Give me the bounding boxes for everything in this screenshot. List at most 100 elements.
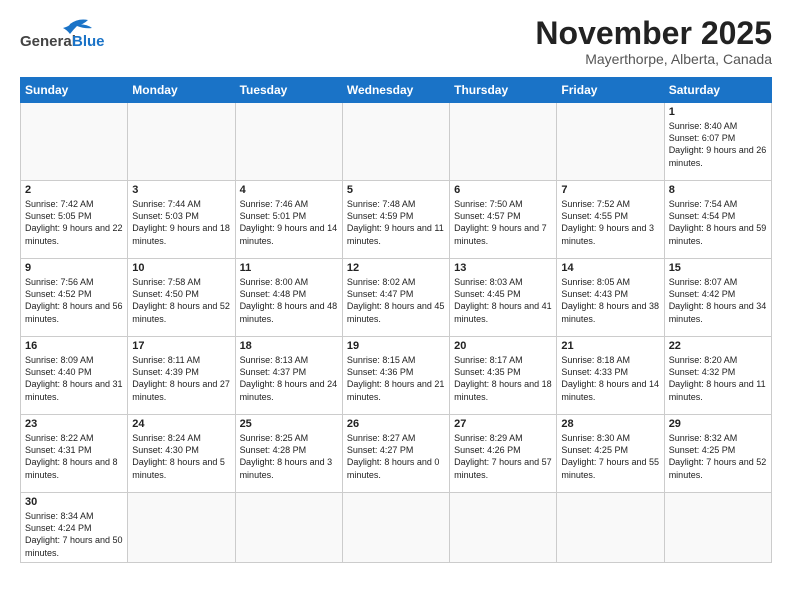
day-content: Sunrise: 8:02 AM Sunset: 4:47 PM Dayligh… — [347, 276, 445, 325]
day-number: 4 — [240, 184, 338, 196]
table-row: 2Sunrise: 7:42 AM Sunset: 5:05 PM Daylig… — [21, 181, 128, 259]
calendar-table: Sunday Monday Tuesday Wednesday Thursday… — [20, 77, 772, 563]
table-row — [342, 103, 449, 181]
day-content: Sunrise: 7:44 AM Sunset: 5:03 PM Dayligh… — [132, 198, 230, 247]
day-number: 5 — [347, 184, 445, 196]
day-content: Sunrise: 8:11 AM Sunset: 4:39 PM Dayligh… — [132, 354, 230, 403]
header-friday: Friday — [557, 78, 664, 103]
calendar-week-row: 2Sunrise: 7:42 AM Sunset: 5:05 PM Daylig… — [21, 181, 772, 259]
calendar-week-row: 1 Sunrise: 8:40 AM Sunset: 6:07 PM Daylig… — [21, 103, 772, 181]
day-content: Sunrise: 7:42 AM Sunset: 5:05 PM Dayligh… — [25, 198, 123, 247]
day-content: Sunrise: 8:32 AM Sunset: 4:25 PM Dayligh… — [669, 432, 767, 481]
day-number: 22 — [669, 340, 767, 352]
calendar-week-row: 23 Sunrise: 8:22 AM Sunset: 4:31 PM Dayli… — [21, 415, 772, 493]
table-row: 29 Sunrise: 8:32 AM Sunset: 4:25 PM Dayli… — [664, 415, 771, 493]
day-content: Sunrise: 7:52 AM Sunset: 4:55 PM Dayligh… — [561, 198, 659, 247]
day-content: Sunrise: 8:13 AM Sunset: 4:37 PM Dayligh… — [240, 354, 338, 403]
day-content: Sunrise: 8:07 AM Sunset: 4:42 PM Dayligh… — [669, 276, 767, 325]
table-row: 1 Sunrise: 8:40 AM Sunset: 6:07 PM Daylig… — [664, 103, 771, 181]
day-number: 13 — [454, 262, 552, 274]
day-content: Sunrise: 7:56 AM Sunset: 4:52 PM Dayligh… — [25, 276, 123, 325]
day-content: Sunrise: 7:46 AM Sunset: 5:01 PM Dayligh… — [240, 198, 338, 247]
table-row: 16 Sunrise: 8:09 AM Sunset: 4:40 PM Dayli… — [21, 337, 128, 415]
location: Mayerthorpe, Alberta, Canada — [535, 51, 772, 67]
table-row: 4 Sunrise: 7:46 AM Sunset: 5:01 PM Daylig… — [235, 181, 342, 259]
calendar-week-row: 16 Sunrise: 8:09 AM Sunset: 4:40 PM Dayli… — [21, 337, 772, 415]
table-row — [557, 493, 664, 563]
day-content: Sunrise: 8:09 AM Sunset: 4:40 PM Dayligh… — [25, 354, 123, 403]
table-row: 24 Sunrise: 8:24 AM Sunset: 4:30 PM Dayli… — [128, 415, 235, 493]
day-content: Sunrise: 7:58 AM Sunset: 4:50 PM Dayligh… — [132, 276, 230, 325]
logo-svg: General Blue — [20, 16, 110, 60]
day-number: 14 — [561, 262, 659, 274]
table-row — [557, 103, 664, 181]
day-number: 21 — [561, 340, 659, 352]
day-number: 23 — [25, 418, 123, 430]
day-number: 24 — [132, 418, 230, 430]
day-content: Sunrise: 8:05 AM Sunset: 4:43 PM Dayligh… — [561, 276, 659, 325]
day-number: 28 — [561, 418, 659, 430]
table-row — [450, 493, 557, 563]
table-row — [664, 493, 771, 563]
header-saturday: Saturday — [664, 78, 771, 103]
day-number: 3 — [132, 184, 230, 196]
header-sunday: Sunday — [21, 78, 128, 103]
day-number: 8 — [669, 184, 767, 196]
day-number: 16 — [25, 340, 123, 352]
table-row — [128, 103, 235, 181]
table-row: 7Sunrise: 7:52 AM Sunset: 4:55 PM Daylig… — [557, 181, 664, 259]
table-row: 21 Sunrise: 8:18 AM Sunset: 4:33 PM Dayli… — [557, 337, 664, 415]
day-content: Sunrise: 8:40 AM Sunset: 6:07 PM Dayligh… — [669, 120, 767, 169]
table-row: 23 Sunrise: 8:22 AM Sunset: 4:31 PM Dayli… — [21, 415, 128, 493]
table-row: 5 Sunrise: 7:48 AM Sunset: 4:59 PM Daylig… — [342, 181, 449, 259]
table-row — [235, 103, 342, 181]
svg-text:Blue: Blue — [72, 33, 105, 50]
table-row — [21, 103, 128, 181]
day-number: 6 — [454, 184, 552, 196]
day-content: Sunrise: 8:22 AM Sunset: 4:31 PM Dayligh… — [25, 432, 123, 481]
day-number: 12 — [347, 262, 445, 274]
day-content: Sunrise: 7:50 AM Sunset: 4:57 PM Dayligh… — [454, 198, 552, 247]
logo: General Blue — [20, 16, 110, 60]
day-content: Sunrise: 8:03 AM Sunset: 4:45 PM Dayligh… — [454, 276, 552, 325]
day-content: Sunrise: 8:18 AM Sunset: 4:33 PM Dayligh… — [561, 354, 659, 403]
table-row: 18 Sunrise: 8:13 AM Sunset: 4:37 PM Dayli… — [235, 337, 342, 415]
table-row: 12 Sunrise: 8:02 AM Sunset: 4:47 PM Dayli… — [342, 259, 449, 337]
day-number: 1 — [669, 106, 767, 118]
table-row: 22 Sunrise: 8:20 AM Sunset: 4:32 PM Dayli… — [664, 337, 771, 415]
day-number: 30 — [25, 496, 123, 508]
day-content: Sunrise: 8:27 AM Sunset: 4:27 PM Dayligh… — [347, 432, 445, 481]
day-number: 19 — [347, 340, 445, 352]
day-number: 25 — [240, 418, 338, 430]
day-number: 15 — [669, 262, 767, 274]
day-content: Sunrise: 7:48 AM Sunset: 4:59 PM Dayligh… — [347, 198, 445, 247]
month-title: November 2025 — [535, 16, 772, 51]
day-content: Sunrise: 8:24 AM Sunset: 4:30 PM Dayligh… — [132, 432, 230, 481]
table-row — [235, 493, 342, 563]
table-row: 14 Sunrise: 8:05 AM Sunset: 4:43 PM Dayli… — [557, 259, 664, 337]
day-content: Sunrise: 7:54 AM Sunset: 4:54 PM Dayligh… — [669, 198, 767, 247]
day-content: Sunrise: 8:34 AM Sunset: 4:24 PM Dayligh… — [25, 510, 123, 559]
day-number: 11 — [240, 262, 338, 274]
table-row: 8 Sunrise: 7:54 AM Sunset: 4:54 PM Daylig… — [664, 181, 771, 259]
table-row: 27Sunrise: 8:29 AM Sunset: 4:26 PM Dayli… — [450, 415, 557, 493]
day-number: 9 — [25, 262, 123, 274]
table-row — [342, 493, 449, 563]
calendar-week-row: 30 Sunrise: 8:34 AM Sunset: 4:24 PM Dayli… — [21, 493, 772, 563]
day-number: 29 — [669, 418, 767, 430]
day-content: Sunrise: 8:25 AM Sunset: 4:28 PM Dayligh… — [240, 432, 338, 481]
day-number: 18 — [240, 340, 338, 352]
table-row: 13 Sunrise: 8:03 AM Sunset: 4:45 PM Dayli… — [450, 259, 557, 337]
day-number: 27 — [454, 418, 552, 430]
day-content: Sunrise: 8:00 AM Sunset: 4:48 PM Dayligh… — [240, 276, 338, 325]
day-content: Sunrise: 8:20 AM Sunset: 4:32 PM Dayligh… — [669, 354, 767, 403]
table-row: 11 Sunrise: 8:00 AM Sunset: 4:48 PM Dayli… — [235, 259, 342, 337]
table-row: 25 Sunrise: 8:25 AM Sunset: 4:28 PM Dayli… — [235, 415, 342, 493]
svg-text:General: General — [20, 33, 76, 50]
day-content: Sunrise: 8:15 AM Sunset: 4:36 PM Dayligh… — [347, 354, 445, 403]
calendar-week-row: 9 Sunrise: 7:56 AM Sunset: 4:52 PM Daylig… — [21, 259, 772, 337]
table-row — [450, 103, 557, 181]
title-block: November 2025 Mayerthorpe, Alberta, Cana… — [535, 16, 772, 67]
table-row: 28Sunrise: 8:30 AM Sunset: 4:25 PM Dayli… — [557, 415, 664, 493]
header-thursday: Thursday — [450, 78, 557, 103]
